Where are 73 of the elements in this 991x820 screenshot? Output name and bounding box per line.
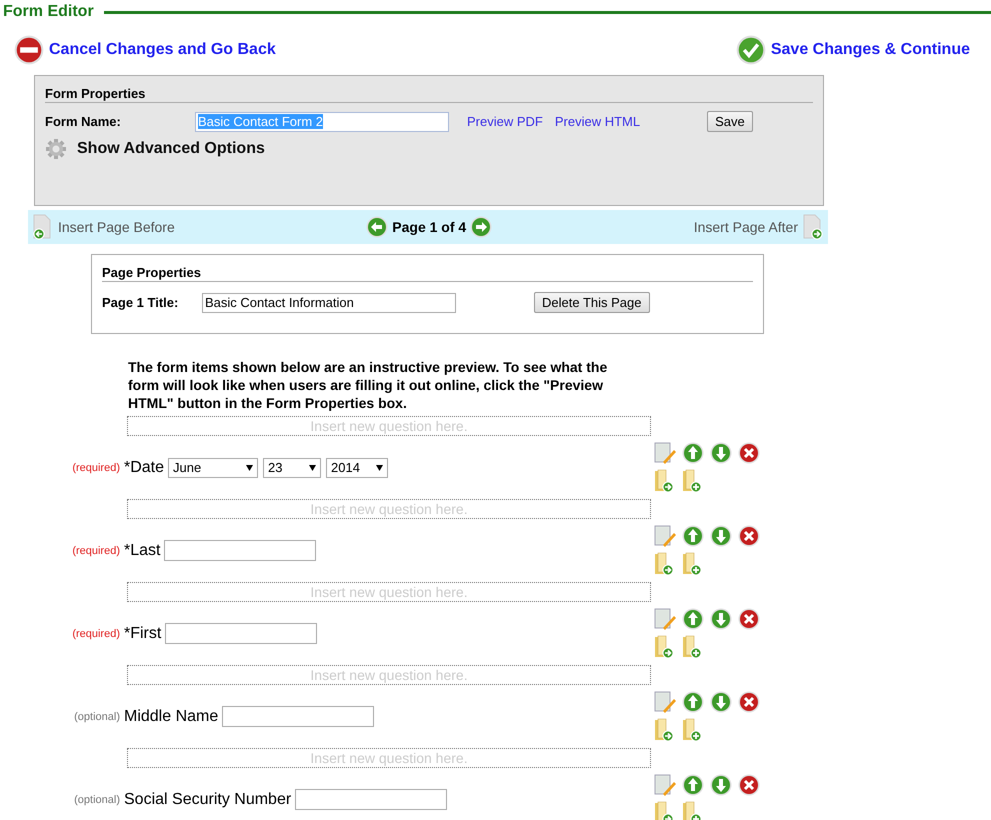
requirement-label: (required) (71, 628, 121, 640)
up-arrow-icon[interactable] (682, 525, 704, 547)
page-indicator: Page 1 of 4 (392, 219, 466, 235)
notepad-pencil-icon[interactable] (654, 525, 678, 547)
folder-plus-icon[interactable] (682, 801, 702, 820)
question-label: *Last (124, 542, 160, 560)
requirement-label: (required) (71, 462, 121, 474)
page-insert-after-icon[interactable] (802, 214, 824, 240)
delete-icon[interactable] (738, 691, 760, 713)
panel-title: Form Properties (45, 86, 813, 103)
folder-plus-icon[interactable] (682, 718, 702, 742)
folder-arrow-icon[interactable] (654, 718, 674, 742)
down-arrow-icon[interactable] (710, 608, 732, 630)
page-title-label: Page 1 Title: (102, 295, 180, 310)
dropdown-arrow-icon (246, 464, 254, 470)
question-label: Middle Name (124, 708, 218, 726)
previous-page-icon[interactable] (366, 216, 388, 238)
notepad-pencil-icon[interactable] (654, 691, 678, 713)
down-arrow-icon[interactable] (710, 691, 732, 713)
delete-icon[interactable] (738, 442, 760, 464)
folder-arrow-icon[interactable] (654, 635, 674, 659)
preview-link[interactable]: Preview HTML (554, 114, 640, 129)
insert-page-after-link[interactable]: Insert Page After (694, 214, 824, 240)
date-select[interactable]: 23 (263, 458, 322, 478)
dropdown-arrow-icon (376, 464, 384, 470)
date-select[interactable]: June (168, 458, 258, 478)
up-arrow-icon[interactable] (682, 608, 704, 630)
next-page-icon[interactable] (470, 216, 492, 238)
up-arrow-icon[interactable] (682, 442, 704, 464)
folder-arrow-icon[interactable] (654, 552, 674, 576)
up-arrow-icon[interactable] (682, 691, 704, 713)
answer-field[interactable] (164, 540, 316, 561)
save-button[interactable]: Save (707, 111, 753, 132)
requirement-label: (required) (71, 544, 121, 556)
delete-page-button[interactable]: Delete This Page (534, 292, 650, 313)
notepad-pencil-icon[interactable] (654, 774, 678, 796)
save-continue-link[interactable]: Save Changes & Continue (736, 35, 970, 65)
dropdown-arrow-icon (309, 464, 316, 470)
page-title: Form Editor (3, 3, 94, 21)
notepad-pencil-icon[interactable] (654, 608, 678, 630)
delete-icon[interactable] (738, 525, 760, 547)
down-arrow-icon[interactable] (710, 525, 732, 547)
folder-arrow-icon[interactable] (654, 469, 674, 493)
requirement-label: (optional) (73, 794, 121, 806)
cancel-link[interactable]: Cancel Changes and Go Back (14, 35, 276, 65)
question-label: *First (124, 624, 162, 642)
answer-field[interactable] (165, 623, 318, 644)
preview-link[interactable]: Preview PDF (467, 114, 543, 129)
answer-field[interactable] (222, 706, 374, 727)
date-select[interactable]: 2014 (326, 458, 388, 478)
advanced-options-link[interactable]: Show Advanced Options (77, 140, 265, 158)
page-title-field[interactable]: Basic Contact Information (202, 292, 456, 312)
folder-plus-icon[interactable] (682, 635, 702, 659)
down-arrow-icon[interactable] (710, 442, 732, 464)
requirement-label: (optional) (73, 710, 121, 722)
checkmark-icon[interactable] (736, 35, 766, 65)
delete-icon[interactable] (738, 608, 760, 630)
question-label: Social Security Number (124, 790, 292, 808)
answer-field[interactable] (295, 789, 448, 810)
panel-title: Page Properties (102, 265, 753, 282)
insert-page-before-link[interactable]: Insert Page Before (32, 214, 175, 240)
gear-icon (45, 138, 67, 160)
up-arrow-icon[interactable] (682, 774, 704, 796)
notepad-pencil-icon[interactable] (654, 442, 678, 464)
form-name-label: Form Name: (45, 114, 122, 129)
cancel-icon[interactable] (14, 35, 44, 65)
question-label: *Date (124, 458, 164, 476)
delete-icon[interactable] (738, 774, 760, 796)
folder-plus-icon[interactable] (682, 469, 702, 493)
folder-arrow-icon[interactable] (654, 801, 674, 820)
folder-plus-icon[interactable] (682, 552, 702, 576)
down-arrow-icon[interactable] (710, 774, 732, 796)
instructions-text: The form items shown below are an instructive preview. To see what the form will look like when users are filling it out online, click the "Preview HTML" button in the Form Properties box. (128, 358, 608, 412)
